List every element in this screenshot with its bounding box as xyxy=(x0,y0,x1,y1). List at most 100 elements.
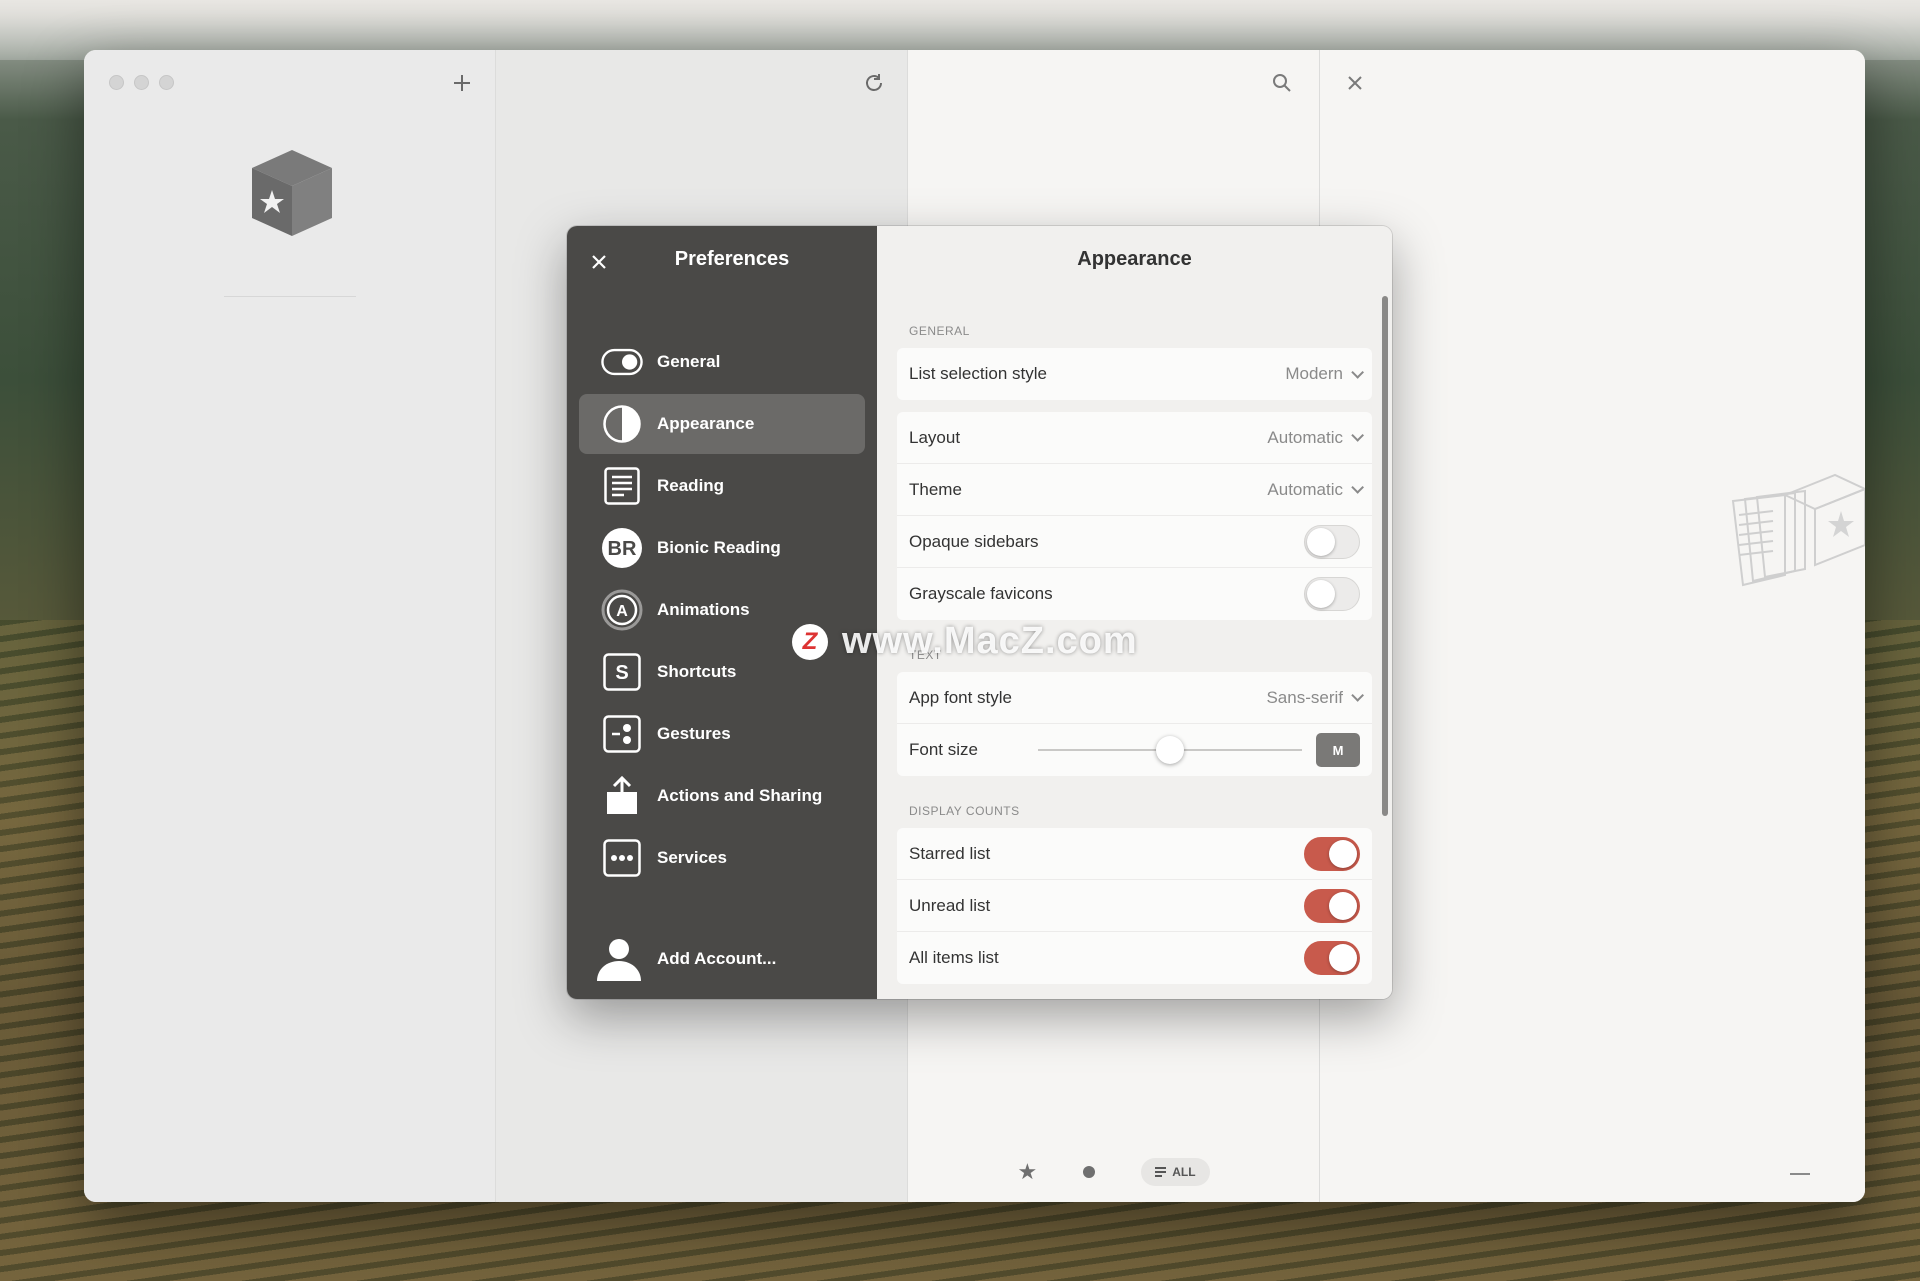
chevron-down-icon xyxy=(1351,481,1364,494)
row-label: List selection style xyxy=(909,364,1047,383)
row-label: Grayscale favicons xyxy=(909,584,1053,603)
sidebar-item-label: General xyxy=(657,352,721,371)
half-circle-icon xyxy=(601,403,643,445)
sidebar-item-label: Reading xyxy=(657,476,725,495)
all-items-list-toggle[interactable] xyxy=(1304,941,1360,975)
opaque-sidebars-row: Opaque sidebars xyxy=(897,516,1372,568)
theme-row[interactable]: Theme Automatic xyxy=(897,464,1372,516)
row-label: App font style xyxy=(909,687,1013,707)
row-label: Unread list xyxy=(909,895,991,915)
settings-group: App font style Sans-serif Font size M xyxy=(897,672,1372,776)
sidebar-item-actions-and-sharing[interactable]: Actions and Sharing xyxy=(579,766,865,826)
minus-icon[interactable] xyxy=(1790,1173,1810,1175)
chevron-down-icon xyxy=(1351,429,1364,442)
window-controls[interactable] xyxy=(109,75,174,90)
zoom-window-button[interactable] xyxy=(159,75,174,90)
sidebar-item-label: Animations xyxy=(657,600,750,619)
unread-list-toggle[interactable] xyxy=(1304,888,1360,923)
sidebar-item-label: Services xyxy=(657,848,727,867)
font-size-row: Font size M xyxy=(897,724,1372,776)
chevron-down-icon xyxy=(1351,365,1364,379)
add-account-button[interactable]: Add Account... xyxy=(595,937,776,981)
preferences-sidebar: Preferences General Appearance Reading B… xyxy=(567,226,877,999)
svg-text:S: S xyxy=(615,662,628,684)
services-icon xyxy=(601,837,643,879)
starred-list-row: Starred list xyxy=(897,828,1372,880)
app-font-style-row[interactable]: App font style Sans-serif xyxy=(897,672,1372,724)
all-items-list-row: All items list xyxy=(897,932,1372,984)
close-window-button[interactable] xyxy=(109,75,124,90)
select-value: Modern xyxy=(1285,364,1343,383)
refresh-icon[interactable] xyxy=(859,68,889,98)
settings-group: List selection style Modern xyxy=(897,348,1372,400)
row-label: All items list xyxy=(909,948,999,967)
list-icon xyxy=(1155,1167,1167,1177)
preferences-dialog: Preferences General Appearance Reading B… xyxy=(567,226,1392,999)
section-label-general: GENERAL xyxy=(909,324,970,338)
all-filter-button[interactable]: ALL xyxy=(1141,1158,1210,1186)
user-icon xyxy=(597,939,641,981)
row-label: Starred list xyxy=(909,843,991,863)
toggle-icon xyxy=(601,341,643,383)
watermark-text: www.MacZ.com xyxy=(842,620,1138,662)
sidebar-item-services[interactable]: Services xyxy=(579,828,865,888)
panel-title: Appearance xyxy=(1077,248,1192,270)
starred-list-toggle[interactable] xyxy=(1304,836,1360,871)
reader-column xyxy=(1320,50,1865,1202)
grayscale-favicons-toggle[interactable] xyxy=(1304,577,1360,611)
gesture-icon xyxy=(601,713,643,755)
slider-knob[interactable] xyxy=(1155,736,1184,764)
theme-select[interactable]: Automatic xyxy=(1267,479,1364,500)
list-selection-style-select[interactable]: Modern xyxy=(1285,364,1364,384)
toggle-knob xyxy=(1307,580,1335,608)
section-label-display-counts: DISPLAY COUNTS xyxy=(909,804,1020,818)
close-icon[interactable] xyxy=(1340,68,1370,98)
scrollbar[interactable] xyxy=(1382,296,1388,816)
share-icon xyxy=(601,775,643,817)
row-label: Opaque sidebars xyxy=(909,531,1039,551)
search-icon[interactable] xyxy=(1267,68,1297,98)
all-filter-label: ALL xyxy=(1172,1165,1196,1179)
sources-column xyxy=(84,50,496,1202)
sidebar-item-appearance[interactable]: Appearance xyxy=(579,394,865,454)
layout-select[interactable]: Automatic xyxy=(1267,428,1364,448)
watermark-logo: Z xyxy=(792,623,828,660)
filter-bar: ★ ALL xyxy=(908,1158,1319,1186)
sidebar-item-gestures[interactable]: Gestures xyxy=(579,704,865,764)
animation-icon: A xyxy=(601,589,643,631)
sidebar-item-general[interactable]: General xyxy=(579,332,865,392)
row-label: Theme xyxy=(909,479,962,499)
app-logo-icon xyxy=(252,150,332,236)
toggle-knob xyxy=(1329,891,1357,920)
layout-row[interactable]: Layout Automatic xyxy=(897,412,1372,464)
svg-text:BR: BR xyxy=(608,538,637,560)
sidebar-item-label: Shortcuts xyxy=(657,662,737,681)
font-size-slider[interactable] xyxy=(1037,736,1302,764)
sidebar-item-label: Gestures xyxy=(657,724,731,743)
font-size-control: M xyxy=(1037,733,1360,767)
minimize-window-button[interactable] xyxy=(134,75,149,90)
app-font-style-select[interactable]: Sans-serif xyxy=(1266,687,1364,708)
chevron-down-icon xyxy=(1351,689,1364,702)
svg-text:A: A xyxy=(616,603,628,620)
select-value: Automatic xyxy=(1267,479,1343,499)
add-account-label: Add Account... xyxy=(657,949,777,968)
shortcut-icon: S xyxy=(601,651,643,693)
sidebar-item-label: Bionic Reading xyxy=(657,538,781,557)
select-value: Sans-serif xyxy=(1266,687,1343,707)
sidebar-item-label: Appearance xyxy=(657,414,755,433)
grayscale-favicons-row: Grayscale favicons xyxy=(897,568,1372,620)
plus-icon[interactable] xyxy=(447,68,477,98)
row-label: Layout xyxy=(909,427,961,447)
settings-group: Starred list Unread list All items list xyxy=(897,828,1372,984)
preferences-nav: General Appearance Reading BR Bionic Rea… xyxy=(579,332,865,890)
unread-list-row: Unread list xyxy=(897,880,1372,932)
row-label: Font size xyxy=(909,740,978,759)
sidebar-item-reading[interactable]: Reading xyxy=(579,456,865,516)
star-filter-icon[interactable]: ★ xyxy=(1017,1159,1037,1185)
list-selection-style-row[interactable]: List selection style Modern xyxy=(897,348,1372,400)
sidebar-item-bionic-reading[interactable]: BR Bionic Reading xyxy=(579,518,865,578)
toggle-knob xyxy=(1329,839,1357,868)
unread-filter-icon[interactable] xyxy=(1083,1166,1096,1178)
opaque-sidebars-toggle[interactable] xyxy=(1304,524,1360,559)
